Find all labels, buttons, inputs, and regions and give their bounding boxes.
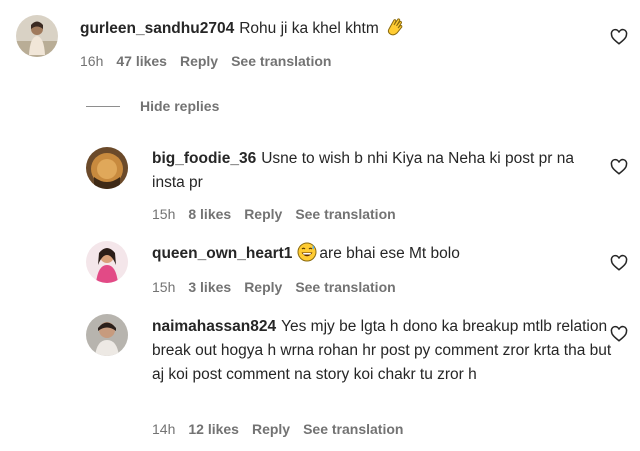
reply-username[interactable]: queen_own_heart1: [152, 245, 292, 262]
reply-button[interactable]: Reply: [244, 279, 282, 295]
avatar[interactable]: [86, 147, 128, 189]
comment-meta: 16h 47 likes Reply See translation: [80, 52, 344, 70]
avatar[interactable]: [86, 241, 128, 283]
reply-item: queen_own_heart1 are bhai ese Mt bolo 15…: [0, 238, 640, 303]
comment-time: 16h: [80, 53, 104, 69]
avatar[interactable]: [16, 15, 58, 57]
comment-username[interactable]: gurleen_sandhu2704: [80, 20, 234, 37]
avatar[interactable]: [86, 314, 128, 356]
comment-likes[interactable]: 47 likes: [116, 53, 167, 69]
reply-meta: 15h 3 likes Reply See translation: [152, 278, 409, 296]
comment-item: gurleen_sandhu2704 Rohu ji ka khel khtm 1…: [0, 0, 640, 80]
comment-body: Rohu ji ka khel khtm: [239, 20, 379, 37]
reply-time: 15h: [152, 279, 176, 295]
see-translation-link[interactable]: See translation: [303, 421, 403, 437]
reply-text: big_foodie_36 Usne to wish b nhi Kiya na …: [152, 147, 604, 195]
hide-replies-button[interactable]: Hide replies: [86, 96, 219, 116]
reply-button[interactable]: Reply: [244, 206, 282, 222]
see-translation-link[interactable]: See translation: [231, 53, 331, 69]
reply-username[interactable]: naimahassan824: [152, 318, 276, 335]
heart-outline-icon[interactable]: [610, 158, 628, 176]
hide-replies-label: Hide replies: [140, 98, 220, 114]
comment-text: gurleen_sandhu2704 Rohu ji ka khel khtm: [80, 17, 600, 45]
reply-button[interactable]: Reply: [180, 53, 218, 69]
reply-item: naimahassan824 Yes mjy be lgta h dono ka …: [0, 311, 640, 446]
heart-outline-icon[interactable]: [610, 254, 628, 272]
reply-meta: 15h 8 likes Reply See translation: [152, 205, 409, 223]
reply-body: are bhai ese Mt bolo: [319, 245, 460, 262]
grinning-sweat-face-emoji: [297, 242, 317, 270]
reply-text: queen_own_heart1 are bhai ese Mt bolo: [152, 242, 604, 270]
divider: [86, 105, 120, 107]
heart-outline-icon[interactable]: [610, 28, 628, 46]
see-translation-link[interactable]: See translation: [295, 206, 395, 222]
reply-button[interactable]: Reply: [252, 421, 290, 437]
reply-likes[interactable]: 3 likes: [188, 279, 231, 295]
reply-likes[interactable]: 8 likes: [188, 206, 231, 222]
see-translation-link[interactable]: See translation: [295, 279, 395, 295]
reply-time: 15h: [152, 206, 176, 222]
reply-item: big_foodie_36 Usne to wish b nhi Kiya na …: [0, 138, 640, 228]
clapping-hands-emoji: [385, 17, 405, 45]
reply-username[interactable]: big_foodie_36: [152, 150, 256, 167]
reply-meta: 14h 12 likes Reply See translation: [152, 420, 416, 438]
reply-likes[interactable]: 12 likes: [188, 421, 239, 437]
heart-outline-icon[interactable]: [610, 325, 628, 343]
reply-time: 14h: [152, 421, 176, 437]
reply-text: naimahassan824 Yes mjy be lgta h dono ka …: [152, 315, 614, 387]
